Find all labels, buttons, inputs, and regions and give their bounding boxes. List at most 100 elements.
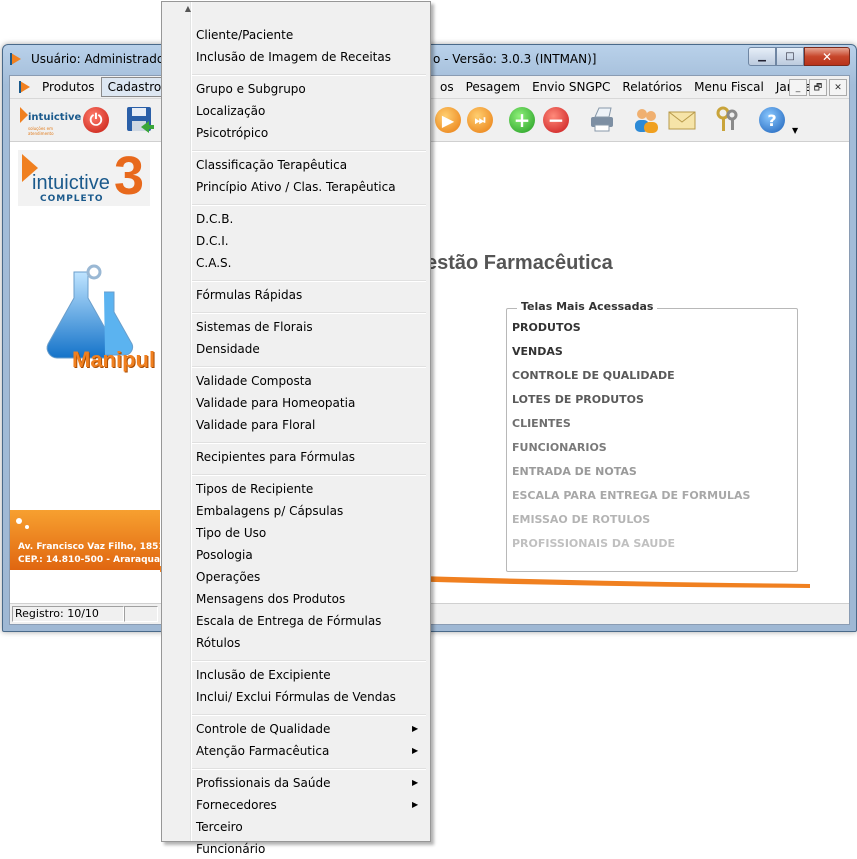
- menu-item[interactable]: Controle de Qualidade: [196, 719, 330, 739]
- most-accessed-item[interactable]: PRODUTOS: [512, 321, 581, 334]
- menu-separator: [192, 714, 426, 716]
- menu-item[interactable]: Inclusão de Imagem de Receitas: [196, 47, 391, 67]
- menu-item[interactable]: Atenção Farmacêutica: [196, 741, 329, 761]
- remove-icon[interactable]: −: [540, 104, 572, 136]
- submenu-arrow-icon: ▶: [412, 746, 419, 755]
- menu-envio-sngpc[interactable]: Envio SNGPC: [526, 78, 616, 96]
- menu-item[interactable]: Inclui/ Exclui Fórmulas de Vendas: [196, 687, 396, 707]
- menu-item[interactable]: Operações: [196, 567, 260, 587]
- menu-produtos[interactable]: Produtos: [36, 78, 101, 96]
- menu-separator: [192, 442, 426, 444]
- menu-separator: [192, 366, 426, 368]
- keys-icon[interactable]: [712, 104, 744, 136]
- menu-fiscal[interactable]: Menu Fiscal: [688, 78, 770, 96]
- address-line-1: Av. Francisco Vaz Filho, 1851: [18, 542, 165, 552]
- menu-item[interactable]: Cliente/Paciente: [196, 25, 293, 45]
- menu-separator: [192, 660, 426, 662]
- cadastros-dropdown-menu: ▲ Cliente/Paciente Inclusão de Imagem de …: [161, 1, 431, 856]
- menu-item[interactable]: D.C.I.: [196, 231, 229, 251]
- status-cell-2: [124, 606, 158, 622]
- menu-pesagem[interactable]: Pesagem: [460, 78, 527, 96]
- most-accessed-item[interactable]: EMISSAO DE ROTULOS: [512, 513, 650, 526]
- menu-separator: [192, 768, 426, 770]
- menu-item[interactable]: Localização: [196, 101, 265, 121]
- window-title: Usuário: Administrador -: [31, 52, 178, 66]
- most-accessed-item[interactable]: ESCALA PARA ENTREGA DE FORMULAS: [512, 489, 750, 502]
- submenu-arrow-icon: ▶: [412, 800, 419, 809]
- mdi-app-icon[interactable]: [18, 80, 32, 94]
- brand-panel: intuictive COMPLETO 3 Manipul Av. Franci…: [10, 142, 171, 602]
- most-accessed-panel: Telas Mais Acessadas PRODUTOS VENDAS CONTR…: [506, 300, 798, 572]
- menu-separator: [192, 204, 426, 206]
- menu-item[interactable]: Sistemas de Florais: [196, 317, 313, 337]
- menu-partial[interactable]: os: [440, 78, 460, 96]
- most-accessed-item[interactable]: LOTES DE PRODUTOS: [512, 393, 644, 406]
- menu-item[interactable]: Psicotrópico: [196, 123, 268, 143]
- menu-item[interactable]: Princípio Ativo / Clas. Terapêutica: [196, 177, 396, 197]
- record-status: Registro: 10/10: [12, 606, 124, 622]
- power-icon[interactable]: ⏻: [80, 104, 112, 136]
- scroll-up-icon[interactable]: ▲: [162, 4, 214, 13]
- menu-relatorios[interactable]: Relatórios: [616, 78, 688, 96]
- maximize-button[interactable]: □: [776, 47, 804, 66]
- address-line-2: CEP.: 14.810-500 - Araraquara: [18, 555, 171, 565]
- menu-item[interactable]: Validade para Homeopatia: [196, 393, 355, 413]
- menu-item[interactable]: Tipos de Recipiente: [196, 479, 313, 499]
- menu-item[interactable]: Validade para Floral: [196, 415, 315, 435]
- menu-item[interactable]: Funcionário: [196, 839, 265, 859]
- menu-item[interactable]: Posologia: [196, 545, 253, 565]
- address-band: Av. Francisco Vaz Filho, 1851 CEP.: 14.8…: [10, 510, 171, 570]
- most-accessed-item[interactable]: PROFISSIONAIS DA SAUDE: [512, 537, 675, 550]
- menu-item[interactable]: Embalagens p/ Cápsulas: [196, 501, 343, 521]
- menu-item[interactable]: Grupo e Subgrupo: [196, 79, 306, 99]
- menu-item[interactable]: Rótulos: [196, 633, 240, 653]
- close-button[interactable]: ✕: [804, 47, 850, 66]
- toolbar-logo: intuictive soluções em atendimento: [18, 104, 81, 136]
- menu-item[interactable]: Tipo de Uso: [196, 523, 266, 543]
- menu-item[interactable]: Terceiro: [196, 817, 243, 837]
- users-icon[interactable]: [630, 104, 662, 136]
- menu-item[interactable]: Validade Composta: [196, 371, 312, 391]
- most-accessed-item[interactable]: FUNCIONARIOS: [512, 441, 607, 454]
- menu-item[interactable]: Fornecedores: [196, 795, 277, 815]
- most-accessed-item[interactable]: CONTROLE DE QUALIDADE: [512, 369, 675, 382]
- menu-item[interactable]: Escala de Entrega de Fórmulas: [196, 611, 381, 631]
- submenu-arrow-icon: ▶: [412, 724, 419, 733]
- mail-icon[interactable]: [666, 104, 698, 136]
- app-icon: [10, 53, 21, 65]
- menu-item[interactable]: Recipientes para Fórmulas: [196, 447, 355, 467]
- most-accessed-item[interactable]: CLIENTES: [512, 417, 571, 430]
- menu-item[interactable]: Densidade: [196, 339, 260, 359]
- help-icon[interactable]: ?: [756, 104, 788, 136]
- menu-item[interactable]: Mensagens dos Produtos: [196, 589, 345, 609]
- add-icon[interactable]: +: [506, 104, 538, 136]
- menu-item[interactable]: Inclusão de Excipiente: [196, 665, 331, 685]
- save-icon[interactable]: [124, 104, 156, 136]
- menu-separator: [192, 280, 426, 282]
- printer-icon[interactable]: [586, 104, 618, 136]
- mdi-restore-button[interactable]: 🗗: [809, 79, 827, 96]
- toolbar-overflow-icon[interactable]: ▼: [792, 126, 798, 135]
- mdi-close-button[interactable]: ✕: [829, 79, 847, 96]
- menu-item[interactable]: C.A.S.: [196, 253, 231, 273]
- menu-item[interactable]: D.C.B.: [196, 209, 233, 229]
- minimize-button[interactable]: ▁: [748, 47, 776, 66]
- mdi-minimize-button[interactable]: _: [789, 79, 807, 96]
- menu-separator: [192, 474, 426, 476]
- product-logo: intuictive COMPLETO 3: [18, 146, 150, 206]
- product-name: Manipul: [72, 347, 156, 372]
- menu-item[interactable]: Classificação Terapêutica: [196, 155, 347, 175]
- menu-separator: [192, 150, 426, 152]
- menu-separator: [192, 74, 426, 76]
- menu-separator: [192, 312, 426, 314]
- page-heading: estão Farmacêutica: [426, 252, 613, 274]
- most-accessed-item[interactable]: ENTRADA DE NOTAS: [512, 465, 637, 478]
- most-accessed-item[interactable]: VENDAS: [512, 345, 563, 358]
- menu-item[interactable]: Fórmulas Rápidas: [196, 285, 302, 305]
- play-icon[interactable]: ▶: [432, 104, 464, 136]
- submenu-arrow-icon: ▶: [412, 778, 419, 787]
- skip-forward-icon[interactable]: ⏭: [464, 104, 496, 136]
- menu-item[interactable]: Profissionais da Saúde: [196, 773, 331, 793]
- most-accessed-title: Telas Mais Acessadas: [517, 300, 658, 313]
- window-title-version: o - Versão: 3.0.3 (INTMAN)]: [433, 52, 597, 66]
